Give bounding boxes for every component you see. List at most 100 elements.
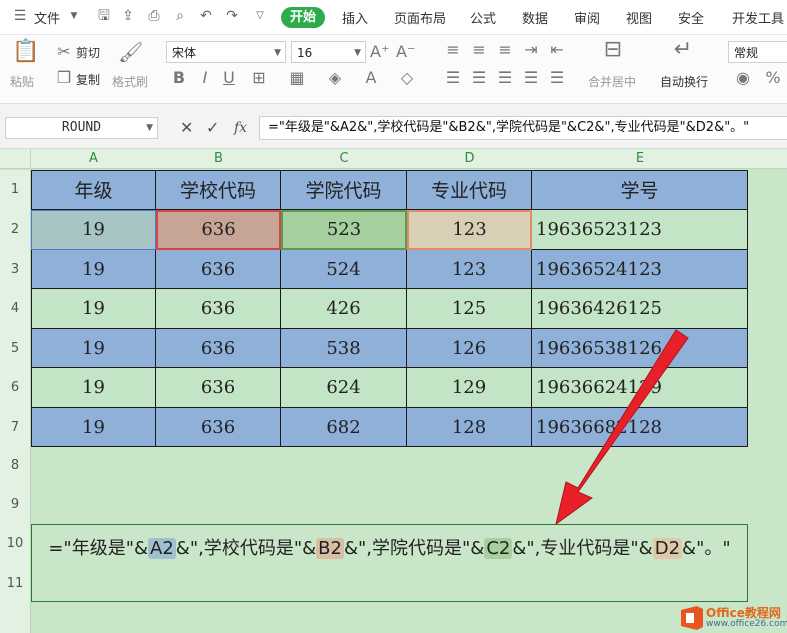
- cell-a1[interactable]: 年级: [31, 170, 156, 210]
- cell-a7[interactable]: 19: [31, 408, 156, 447]
- cell-e4[interactable]: 19636426125: [532, 289, 748, 329]
- chevron-down-icon[interactable]: ▼: [66, 8, 82, 24]
- cell-b4[interactable]: 636: [156, 289, 281, 329]
- increase-font-icon[interactable]: A⁺: [370, 43, 389, 61]
- wrap-text-button[interactable]: 自动换行: [660, 73, 708, 90]
- cell-b7[interactable]: 636: [156, 408, 281, 447]
- align-top-icon[interactable]: ≡: [444, 41, 462, 59]
- distributed-icon[interactable]: ☰: [548, 69, 566, 87]
- undo-icon[interactable]: ↶: [198, 8, 214, 24]
- export-icon[interactable]: ⇪: [120, 8, 136, 24]
- decrease-font-icon[interactable]: A⁻: [396, 43, 415, 61]
- font-size-select[interactable]: 16 ▼: [291, 41, 366, 63]
- row-header-1[interactable]: 1: [0, 170, 31, 210]
- column-header-e[interactable]: E: [532, 149, 748, 169]
- cell-c5[interactable]: 538: [281, 329, 407, 368]
- preview-icon[interactable]: ⌕: [172, 8, 188, 24]
- cell-b1[interactable]: 学校代码: [156, 170, 281, 210]
- tab-developer[interactable]: 开发工具: [732, 8, 784, 27]
- cell-d2[interactable]: 123: [407, 210, 532, 250]
- insert-function-icon[interactable]: fx: [234, 117, 247, 139]
- row-header-2[interactable]: 2: [0, 210, 31, 250]
- italic-icon[interactable]: I: [198, 69, 212, 87]
- file-menu[interactable]: 文件: [34, 8, 60, 27]
- cell-d6[interactable]: 129: [407, 368, 532, 408]
- tab-data[interactable]: 数据: [522, 8, 548, 27]
- tab-review[interactable]: 审阅: [574, 8, 600, 27]
- save-icon[interactable]: 🖫: [96, 8, 112, 24]
- tab-home[interactable]: 开始: [281, 7, 325, 28]
- cell-a6[interactable]: 19: [31, 368, 156, 408]
- cancel-icon[interactable]: ✕: [180, 117, 193, 139]
- row-header-3[interactable]: 3: [0, 250, 31, 289]
- cell-e7[interactable]: 19636682128: [532, 408, 748, 447]
- cell-e1[interactable]: 学号: [532, 170, 748, 210]
- currency-icon[interactable]: ◉: [734, 69, 752, 87]
- format-painter-button[interactable]: 格式刷: [112, 73, 148, 90]
- select-all-corner[interactable]: [0, 149, 31, 169]
- align-bottom-icon[interactable]: ≡: [496, 41, 514, 59]
- cell-b2[interactable]: 636: [156, 210, 281, 250]
- formula-edit-cell[interactable]: ="年级是"& A2 &",学校代码是"& B2 &",学院代码是"& C2 &",专业代码…: [31, 524, 748, 602]
- cell-c4[interactable]: 426: [281, 289, 407, 329]
- border-icon[interactable]: ⊞: [250, 69, 268, 87]
- cell-e5[interactable]: 19636538126: [532, 329, 748, 368]
- indent-icon[interactable]: ⇥: [522, 41, 540, 59]
- cell-d7[interactable]: 128: [407, 408, 532, 447]
- cell-c1[interactable]: 学院代码: [281, 170, 407, 210]
- cell-a5[interactable]: 19: [31, 329, 156, 368]
- column-header-d[interactable]: D: [407, 149, 532, 169]
- cell-d1[interactable]: 专业代码: [407, 170, 532, 210]
- cell-e2[interactable]: 19636523123: [532, 210, 748, 250]
- column-header-c[interactable]: C: [281, 149, 407, 169]
- cell-c7[interactable]: 682: [281, 408, 407, 447]
- cell-a3[interactable]: 19: [31, 250, 156, 289]
- row-header-4[interactable]: 4: [0, 289, 31, 329]
- tab-insert[interactable]: 插入: [342, 8, 368, 27]
- cell-e3[interactable]: 19636524123: [532, 250, 748, 289]
- underline-icon[interactable]: U: [222, 69, 236, 87]
- align-right-icon[interactable]: ☰: [496, 69, 514, 87]
- cell-a4[interactable]: 19: [31, 289, 156, 329]
- row-header-7[interactable]: 7: [0, 408, 31, 447]
- cell-e6[interactable]: 19636624129: [532, 368, 748, 408]
- justify-icon[interactable]: ☰: [522, 69, 540, 87]
- cell-b3[interactable]: 636: [156, 250, 281, 289]
- row-header-8[interactable]: 8: [0, 447, 31, 485]
- cell-a2[interactable]: 19: [31, 210, 156, 250]
- cell-c6[interactable]: 624: [281, 368, 407, 408]
- redo-icon[interactable]: ↷: [224, 8, 240, 24]
- font-name-select[interactable]: 宋体 ▼: [166, 41, 286, 63]
- bold-icon[interactable]: B: [172, 69, 186, 87]
- number-format-select[interactable]: 常规: [728, 41, 787, 63]
- column-header-a[interactable]: A: [31, 149, 156, 169]
- paste-icon[interactable]: 📋: [12, 41, 39, 63]
- style-icon[interactable]: ▦: [288, 69, 306, 87]
- merge-center-button[interactable]: 合并居中: [588, 73, 636, 90]
- tab-view[interactable]: 视图: [626, 8, 652, 27]
- menu-icon[interactable]: ☰: [12, 8, 28, 24]
- column-header-b[interactable]: B: [156, 149, 281, 169]
- copy-button[interactable]: 复制: [76, 71, 100, 88]
- cut-button[interactable]: 剪切: [76, 44, 100, 61]
- more-icon[interactable]: ▽: [252, 8, 268, 24]
- formula-input[interactable]: ="年级是"&A2&",学校代码是"&B2&",学院代码是"&C2&",专业代码…: [259, 116, 787, 140]
- align-left-icon[interactable]: ☰: [444, 69, 462, 87]
- percent-icon[interactable]: %: [764, 69, 782, 87]
- cell-d3[interactable]: 123: [407, 250, 532, 289]
- align-center-icon[interactable]: ☰: [470, 69, 488, 87]
- row-header-10[interactable]: 10: [0, 524, 31, 564]
- cell-b5[interactable]: 636: [156, 329, 281, 368]
- row-header-11[interactable]: 11: [0, 564, 31, 604]
- name-box[interactable]: ROUND ▼: [5, 117, 158, 139]
- cell-d4[interactable]: 125: [407, 289, 532, 329]
- cell-c2[interactable]: 523: [281, 210, 407, 250]
- paste-button[interactable]: 粘贴: [10, 73, 34, 90]
- row-header-5[interactable]: 5: [0, 329, 31, 368]
- row-header-9[interactable]: 9: [0, 485, 31, 524]
- tab-page-layout[interactable]: 页面布局: [394, 8, 446, 27]
- cell-d5[interactable]: 126: [407, 329, 532, 368]
- cell-c3[interactable]: 524: [281, 250, 407, 289]
- tab-formula[interactable]: 公式: [470, 8, 496, 27]
- print-icon[interactable]: ⎙: [146, 8, 162, 24]
